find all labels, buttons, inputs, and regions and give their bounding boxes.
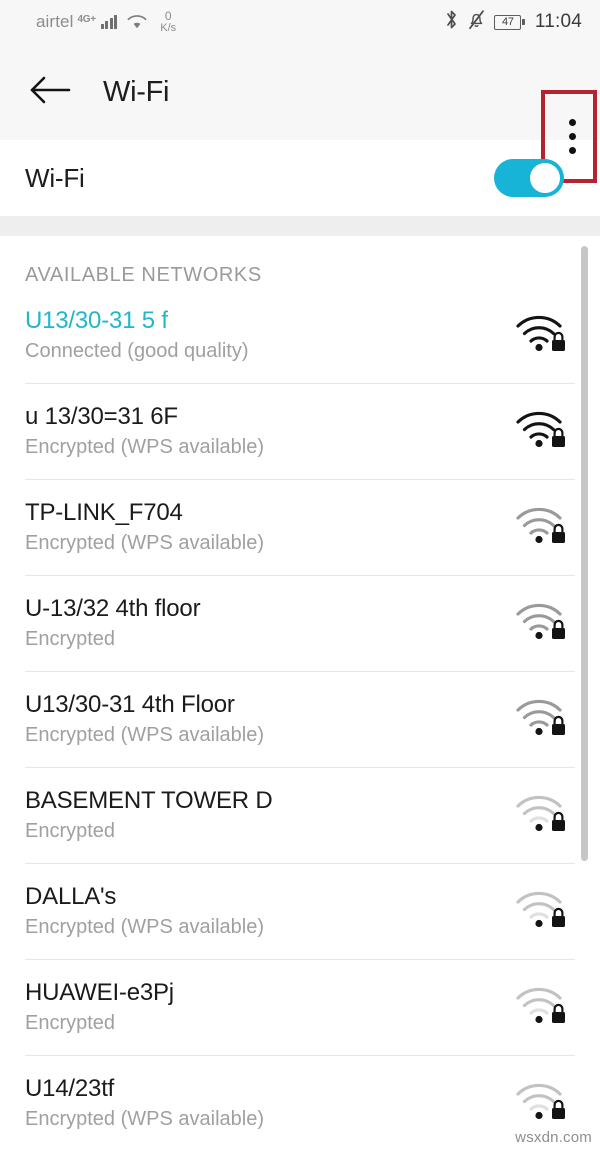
network-type-label: 4G+ — [77, 13, 96, 25]
available-networks-header: AVAILABLE NETWORKS — [25, 264, 262, 286]
network-text: BASEMENT TOWER D Encrypted — [25, 786, 273, 843]
watermark-label: wsxdn.com — [515, 1129, 592, 1146]
overflow-dot-1 — [568, 119, 576, 126]
wifi-signal-lock-icon — [514, 983, 570, 1032]
network-row[interactable]: DALLA's Encrypted (WPS available) — [0, 863, 600, 959]
network-status: Encrypted — [25, 820, 116, 843]
network-text: DALLA's Encrypted (WPS available) — [25, 882, 264, 939]
battery-tip — [522, 19, 525, 25]
scrollbar[interactable] — [581, 236, 588, 1150]
wifi-signal-lock-icon — [514, 311, 570, 360]
network-row[interactable]: U13/30-31 4th Floor Encrypted (WPS avail… — [0, 671, 600, 767]
overflow-dot-2 — [568, 133, 576, 140]
network-status: Encrypted (WPS available) — [25, 724, 264, 747]
clock-label: 11:04 — [534, 11, 582, 32]
network-text: U-13/32 4th floor Encrypted — [25, 594, 201, 651]
network-status: Connected (good quality) — [25, 340, 249, 363]
network-text: U13/30-31 4th Floor Encrypted (WPS avail… — [25, 690, 264, 747]
network-row[interactable]: U-13/32 4th floor Encrypted — [0, 575, 600, 671]
page-title: Wi-Fi — [103, 75, 170, 108]
wifi-signal-lock-icon — [514, 599, 570, 648]
network-text: U14/23tf Encrypted (WPS available) — [25, 1074, 264, 1131]
network-ssid: BASEMENT TOWER D — [25, 786, 273, 814]
wifi-signal-lock-icon — [514, 887, 570, 936]
network-text: TP-LINK_F704 Encrypted (WPS available) — [25, 498, 264, 555]
back-button[interactable] — [28, 69, 74, 115]
network-status: Encrypted (WPS available) — [25, 436, 264, 459]
wifi-signal-lock-icon — [514, 407, 570, 456]
network-row[interactable]: u 13/30=31 6F Encrypted (WPS available) — [0, 383, 600, 479]
wifi-toggle-switch[interactable] — [494, 159, 564, 197]
status-bar-right: 47 11:04 — [444, 9, 582, 35]
overflow-dot-3 — [568, 147, 576, 154]
status-bar: airtel 4G+ 0 K/s 47 11:04 — [0, 0, 600, 44]
network-text: U13/30-31 5 f Connected (good quality) — [25, 306, 249, 363]
app-bar: Wi-Fi — [0, 44, 600, 183]
network-ssid: U-13/32 4th floor — [25, 594, 201, 622]
bell-muted-icon — [468, 9, 485, 35]
wifi-signal-lock-icon — [514, 791, 570, 840]
network-row[interactable]: HUAWEI-e3Pj Encrypted — [0, 959, 600, 1055]
back-arrow-icon — [29, 75, 73, 110]
wifi-signal-lock-icon — [514, 503, 570, 552]
network-status: Encrypted (WPS available) — [25, 1108, 264, 1131]
network-ssid: DALLA's — [25, 882, 117, 910]
network-row[interactable]: U13/30-31 5 f Connected (good quality) — [0, 287, 600, 383]
network-status: Encrypted — [25, 1012, 116, 1035]
data-rate-unit: K/s — [160, 21, 177, 34]
network-ssid: u 13/30=31 6F — [25, 402, 178, 430]
network-row[interactable]: TP-LINK_F704 Encrypted (WPS available) — [0, 479, 600, 575]
available-networks-list: AVAILABLE NETWORKS U13/30-31 5 f Connect… — [0, 236, 600, 1150]
network-ssid: U13/30-31 4th Floor — [25, 690, 235, 718]
network-ssid: U13/30-31 5 f — [25, 306, 168, 334]
scrollbar-thumb[interactable] — [581, 246, 588, 861]
network-row[interactable]: BASEMENT TOWER D Encrypted — [0, 767, 600, 863]
wifi-signal-lock-icon — [514, 1079, 570, 1128]
wifi-toggle-knob — [528, 161, 562, 195]
wifi-signal-icon — [121, 14, 148, 30]
network-ssid: U14/23tf — [25, 1074, 115, 1102]
data-rate-value: 0 — [164, 8, 172, 23]
data-rate-indicator: 0 K/s — [160, 10, 176, 34]
wifi-signal-lock-icon — [514, 695, 570, 744]
network-text: HUAWEI-e3Pj Encrypted — [25, 978, 174, 1035]
network-ssid: TP-LINK_F704 — [25, 498, 183, 526]
carrier-label: airtel — [36, 11, 74, 31]
network-status: Encrypted (WPS available) — [25, 532, 264, 555]
network-ssid: HUAWEI-e3Pj — [25, 978, 174, 1006]
section-divider — [0, 216, 600, 236]
network-status: Encrypted (WPS available) — [25, 916, 264, 939]
status-bar-left: airtel 4G+ 0 K/s — [36, 10, 176, 34]
network-row[interactable]: U14/23tf Encrypted (WPS available) — [0, 1055, 600, 1150]
cellular-signal-icon — [100, 14, 118, 30]
wifi-toggle-label: Wi-Fi — [25, 162, 85, 193]
battery-level-label: 47 — [494, 14, 522, 30]
network-text: u 13/30=31 6F Encrypted (WPS available) — [25, 402, 264, 459]
network-status: Encrypted — [25, 628, 116, 651]
bluetooth-icon — [444, 9, 459, 35]
network-rows-container: U13/30-31 5 f Connected (good quality) u… — [0, 287, 600, 1150]
wifi-toggle-row[interactable]: Wi-Fi — [0, 140, 600, 216]
battery-indicator: 47 — [494, 14, 525, 30]
